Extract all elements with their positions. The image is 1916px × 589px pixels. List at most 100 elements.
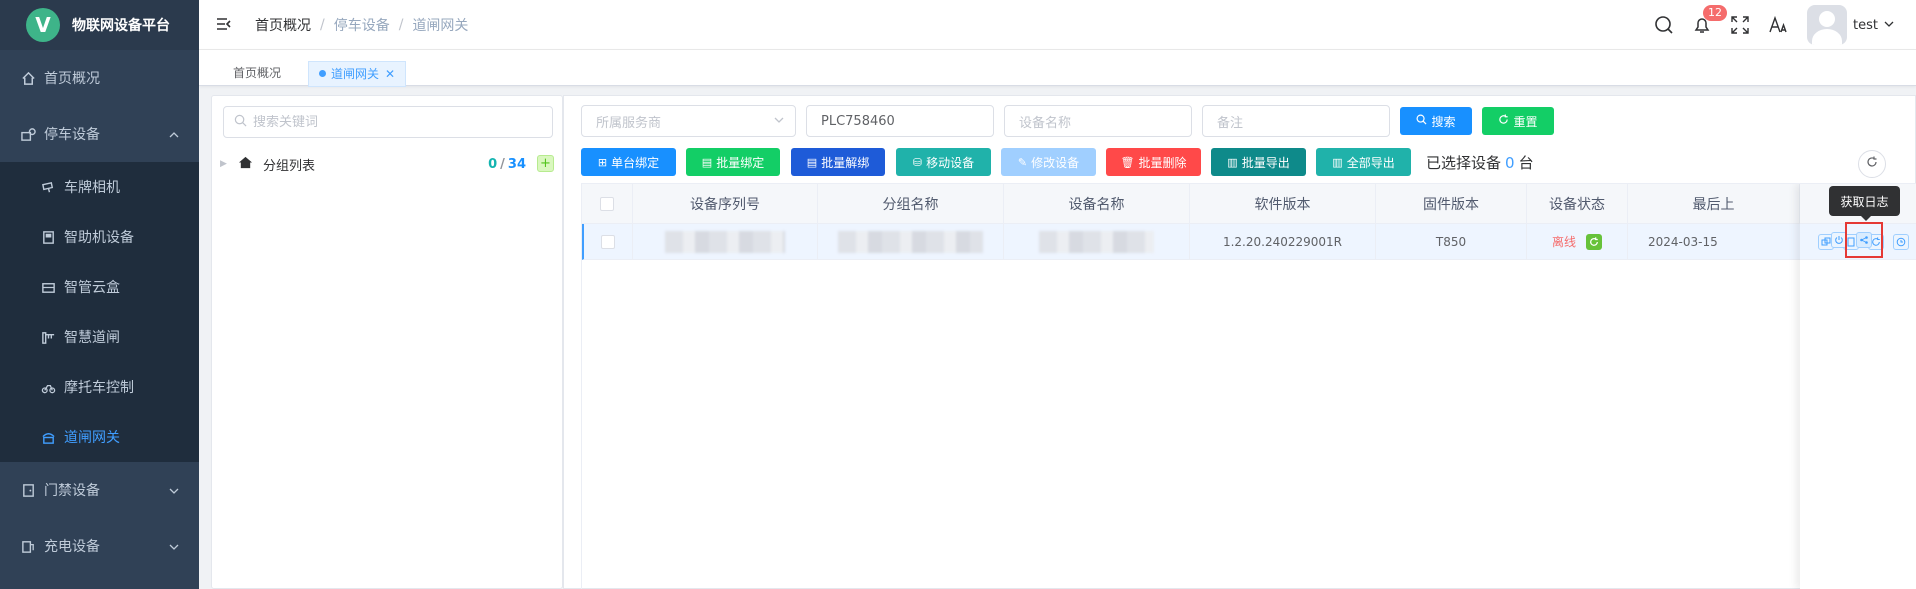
group-cell bbox=[818, 224, 1004, 259]
cloud-box-icon bbox=[40, 279, 56, 295]
count-separator: / bbox=[500, 156, 505, 172]
sidebar-item-kiosk[interactable]: 智助机设备 bbox=[0, 212, 199, 262]
export-all-button[interactable]: ▥ 全部导出 bbox=[1316, 148, 1411, 176]
sidebar-item-camera[interactable]: 车牌相机 bbox=[0, 162, 199, 212]
sidebar-item-label: 道闸网关 bbox=[64, 430, 120, 446]
tree-search-input[interactable] bbox=[253, 114, 543, 130]
brand[interactable]: V 物联网设备平台 bbox=[0, 0, 199, 50]
sidebar-item-barrier[interactable]: 智慧道闸 bbox=[0, 312, 199, 362]
username[interactable]: test bbox=[1853, 18, 1878, 33]
button-label: 单台绑定 bbox=[611, 155, 660, 170]
provider-placeholder: 所属服务商 bbox=[596, 115, 662, 131]
export-batch-button[interactable]: ▥ 批量导出 bbox=[1211, 148, 1306, 176]
remark-placeholder: 备注 bbox=[1217, 115, 1244, 131]
add-group-icon[interactable]: + bbox=[537, 155, 554, 172]
device-name-placeholder: 设备名称 bbox=[1019, 115, 1072, 131]
selected-count: 0 bbox=[1505, 154, 1515, 172]
table-row[interactable]: 1.2.20.240229001R T850 离线 2024-03-15 bbox=[582, 224, 1916, 260]
tree-search-box[interactable] bbox=[223, 106, 553, 138]
kiosk-icon bbox=[40, 229, 56, 245]
fullscreen-icon[interactable] bbox=[1729, 14, 1751, 36]
breadcrumb-home[interactable]: 首页概况 bbox=[255, 15, 311, 35]
chevron-down-icon[interactable] bbox=[1884, 18, 1894, 33]
row-select-cell bbox=[584, 224, 633, 259]
document-icon: ▤ bbox=[701, 155, 713, 169]
provider-select[interactable]: 所属服务商 bbox=[581, 105, 796, 137]
unbind-batch-button[interactable]: ▤ 批量解绑 bbox=[791, 148, 885, 176]
tag-gateway[interactable]: 道闸网关 ✕ bbox=[308, 61, 407, 87]
gateway-icon bbox=[40, 429, 56, 445]
col-device-name: 设备名称 bbox=[1004, 184, 1190, 223]
remark-input[interactable]: 备注 bbox=[1202, 105, 1390, 137]
last-online-cell: 2024-03-15 bbox=[1628, 224, 1802, 259]
chevron-down-icon bbox=[773, 114, 785, 130]
software-cell: 1.2.20.240229001R bbox=[1190, 224, 1376, 259]
refresh-status-icon[interactable] bbox=[1586, 233, 1602, 250]
reset-button[interactable]: 重置 bbox=[1482, 107, 1554, 135]
search-button-label: 搜索 bbox=[1431, 114, 1456, 129]
redacted-device-name bbox=[1039, 230, 1154, 253]
device-name-cell bbox=[1004, 224, 1190, 259]
sidebar-item-gateway[interactable]: 道闸网关 bbox=[0, 412, 199, 462]
move-device-button[interactable]: ⛁ 移动设备 bbox=[896, 148, 991, 176]
parking-submenu: 车牌相机 智助机设备 智管云盒 智慧道闸 摩托车控制 道闸网关 bbox=[0, 162, 199, 462]
stack-icon: ⛁ bbox=[912, 155, 923, 169]
selected-count-info: 已选择设备 0 台 bbox=[1426, 152, 1534, 173]
sidebar-item-label: 停车设备 bbox=[44, 127, 100, 143]
select-all-checkbox[interactable] bbox=[600, 196, 614, 211]
tag-home[interactable]: 首页概况 bbox=[223, 61, 291, 87]
clock-icon[interactable] bbox=[1893, 234, 1909, 250]
bind-batch-button[interactable]: ▤ 批量绑定 bbox=[686, 148, 780, 176]
firmware-cell: T850 bbox=[1376, 224, 1527, 259]
top-navbar: 首页概况 / 停车设备 / 道闸网关 12 test bbox=[199, 0, 1916, 50]
logo: V bbox=[26, 8, 60, 42]
trash-icon: 🗑 bbox=[1120, 155, 1135, 169]
refresh-icon bbox=[1866, 156, 1878, 172]
motorcycle-icon bbox=[40, 379, 56, 395]
avatar-head bbox=[1819, 11, 1836, 27]
camera-icon bbox=[40, 179, 56, 195]
col-last-online: 最后上 bbox=[1628, 184, 1800, 223]
sidebar: V 物联网设备平台 首页概况 停车设备 车牌相机 智助机设备 智管云盒 智慧道闸… bbox=[0, 0, 199, 589]
font-size-icon[interactable] bbox=[1767, 14, 1789, 36]
sidebar-item-motorcycle[interactable]: 摩托车控制 bbox=[0, 362, 199, 412]
sidebar-item-parking[interactable]: 停车设备 bbox=[0, 106, 199, 162]
button-label: 修改设备 bbox=[1031, 155, 1080, 170]
sidebar-item-door-access[interactable]: 门禁设备 bbox=[0, 462, 199, 518]
row-checkbox[interactable] bbox=[601, 234, 615, 249]
tag-label: 道闸网关 bbox=[331, 67, 380, 81]
hamburger-icon[interactable] bbox=[215, 15, 235, 35]
tag-label: 首页概况 bbox=[233, 66, 282, 80]
search-button[interactable]: 搜索 bbox=[1400, 107, 1472, 135]
refresh-table-button[interactable] bbox=[1858, 150, 1886, 178]
serial-number-input[interactable]: PLC758460 bbox=[806, 105, 994, 137]
select-all-cell bbox=[582, 184, 633, 223]
charging-icon bbox=[20, 538, 36, 554]
breadcrumb-separator: / bbox=[398, 16, 404, 33]
breadcrumb-parking: 停车设备 bbox=[333, 17, 390, 34]
export-icon: ▥ bbox=[1227, 155, 1238, 169]
active-dot bbox=[319, 70, 326, 77]
total-count: 34 bbox=[507, 156, 526, 172]
bind-single-button[interactable]: ⊞ 单台绑定 bbox=[581, 148, 676, 176]
button-label: 批量绑定 bbox=[716, 155, 765, 170]
table-header: 设备序列号 分组名称 设备名称 软件版本 固件版本 设备状态 最后上 bbox=[582, 184, 1916, 224]
sidebar-item-cloud-box[interactable]: 智管云盒 bbox=[0, 262, 199, 312]
sidebar-item-label: 充电设备 bbox=[44, 539, 100, 555]
device-list-panel: 所属服务商 PLC758460 设备名称 备注 搜索 重置 ⊞ 单台绑定 ▤ 批量绑… bbox=[563, 95, 1916, 589]
status-badge: 离线 bbox=[1551, 235, 1576, 249]
device-name-input[interactable]: 设备名称 bbox=[1004, 105, 1192, 137]
search-icon[interactable] bbox=[1653, 14, 1675, 36]
edit-device-button[interactable]: ✎ 修改设备 bbox=[1001, 148, 1096, 176]
avatar[interactable] bbox=[1807, 5, 1848, 45]
tree-root-node[interactable]: ▶ 分组列表 0/34 + bbox=[220, 152, 556, 176]
edit-icon: ✎ bbox=[1017, 155, 1028, 169]
bell-icon[interactable]: 12 bbox=[1691, 5, 1728, 36]
delete-batch-button[interactable]: 🗑 批量删除 bbox=[1106, 148, 1201, 176]
sidebar-item-charging[interactable]: 充电设备 bbox=[0, 518, 199, 574]
caret-right-icon[interactable]: ▶ bbox=[220, 159, 234, 169]
button-label: 移动设备 bbox=[926, 155, 975, 170]
sidebar-item-label: 摩托车控制 bbox=[64, 380, 134, 396]
close-icon[interactable]: ✕ bbox=[385, 67, 395, 81]
sidebar-item-home[interactable]: 首页概况 bbox=[0, 50, 199, 106]
